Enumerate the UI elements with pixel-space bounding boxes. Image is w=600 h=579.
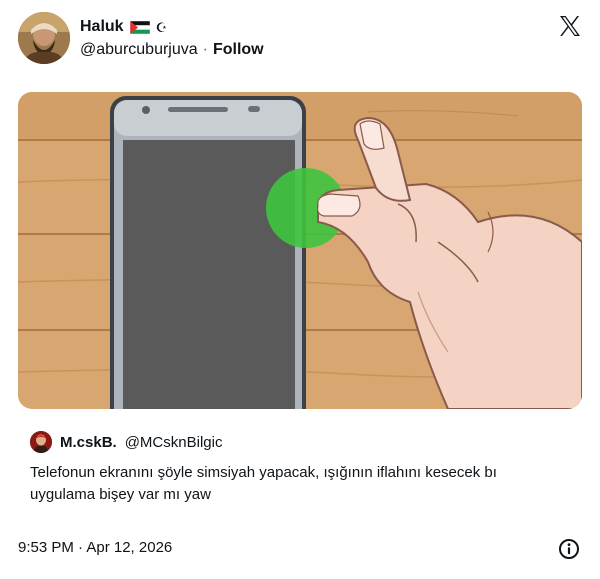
info-icon[interactable] [558, 538, 580, 560]
author-handle-row: @aburcuburjuva · Follow [80, 41, 264, 59]
crescent-star-icon: ☪ [155, 19, 168, 35]
tweet-timestamp[interactable]: 9:53 PM · Apr 12, 2026 [18, 539, 172, 556]
quoted-author-avatar[interactable] [30, 431, 52, 453]
quoted-tweet[interactable]: M.cskB. @MCsknBilgic Telefonun ekranını … [30, 430, 570, 506]
tweet-card: Haluk ☪ @aburcuburjuva · Follow M.cskB. … [0, 0, 600, 579]
author-handle[interactable]: @aburcuburjuva [80, 41, 198, 59]
separator-dot: · [202, 41, 208, 58]
quoted-tweet-text: Telefonun ekranını şöyle simsiyah yapaca… [30, 464, 497, 503]
palestine-flag-icon [129, 20, 150, 34]
phone-tap-illustration[interactable] [18, 92, 582, 409]
quoted-author-name: M.cskB. [60, 433, 117, 451]
follow-button[interactable]: Follow [213, 41, 264, 59]
quoted-author-handle: @MCsknBilgic [124, 433, 223, 451]
author-display-name[interactable]: Haluk [80, 18, 124, 36]
author-avatar[interactable] [18, 12, 70, 64]
author-name-row: Haluk ☪ [80, 18, 167, 36]
x-logo-icon[interactable] [558, 14, 582, 38]
quoted-tweet-header: M.cskB. @MCsknBilgic [30, 430, 570, 454]
